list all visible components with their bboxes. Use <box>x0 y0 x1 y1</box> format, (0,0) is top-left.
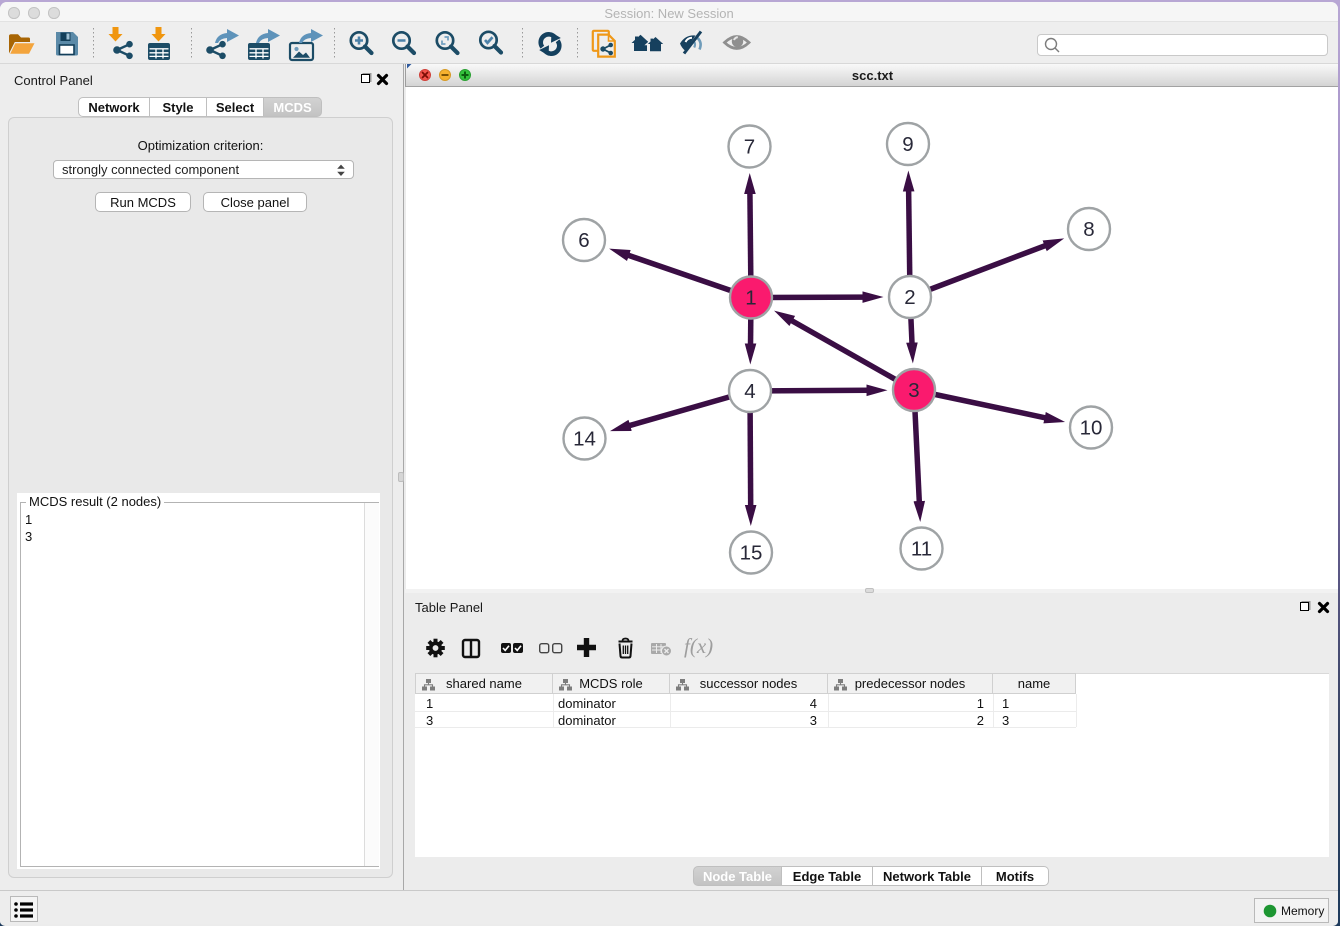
svg-text:f(x): f(x) <box>684 634 713 658</box>
svg-text:6: 6 <box>578 229 589 252</box>
svg-text:9: 9 <box>902 133 913 156</box>
svg-text:11: 11 <box>911 538 932 561</box>
svg-text:15: 15 <box>740 542 763 565</box>
svg-text:4: 4 <box>744 380 755 403</box>
svg-text:10: 10 <box>1080 417 1103 440</box>
svg-text:2: 2 <box>904 286 915 309</box>
svg-text:3: 3 <box>908 379 919 402</box>
svg-text:14: 14 <box>573 428 596 451</box>
svg-text:8: 8 <box>1083 218 1094 241</box>
svg-text:1: 1 <box>745 287 756 310</box>
svg-text:7: 7 <box>744 136 755 159</box>
